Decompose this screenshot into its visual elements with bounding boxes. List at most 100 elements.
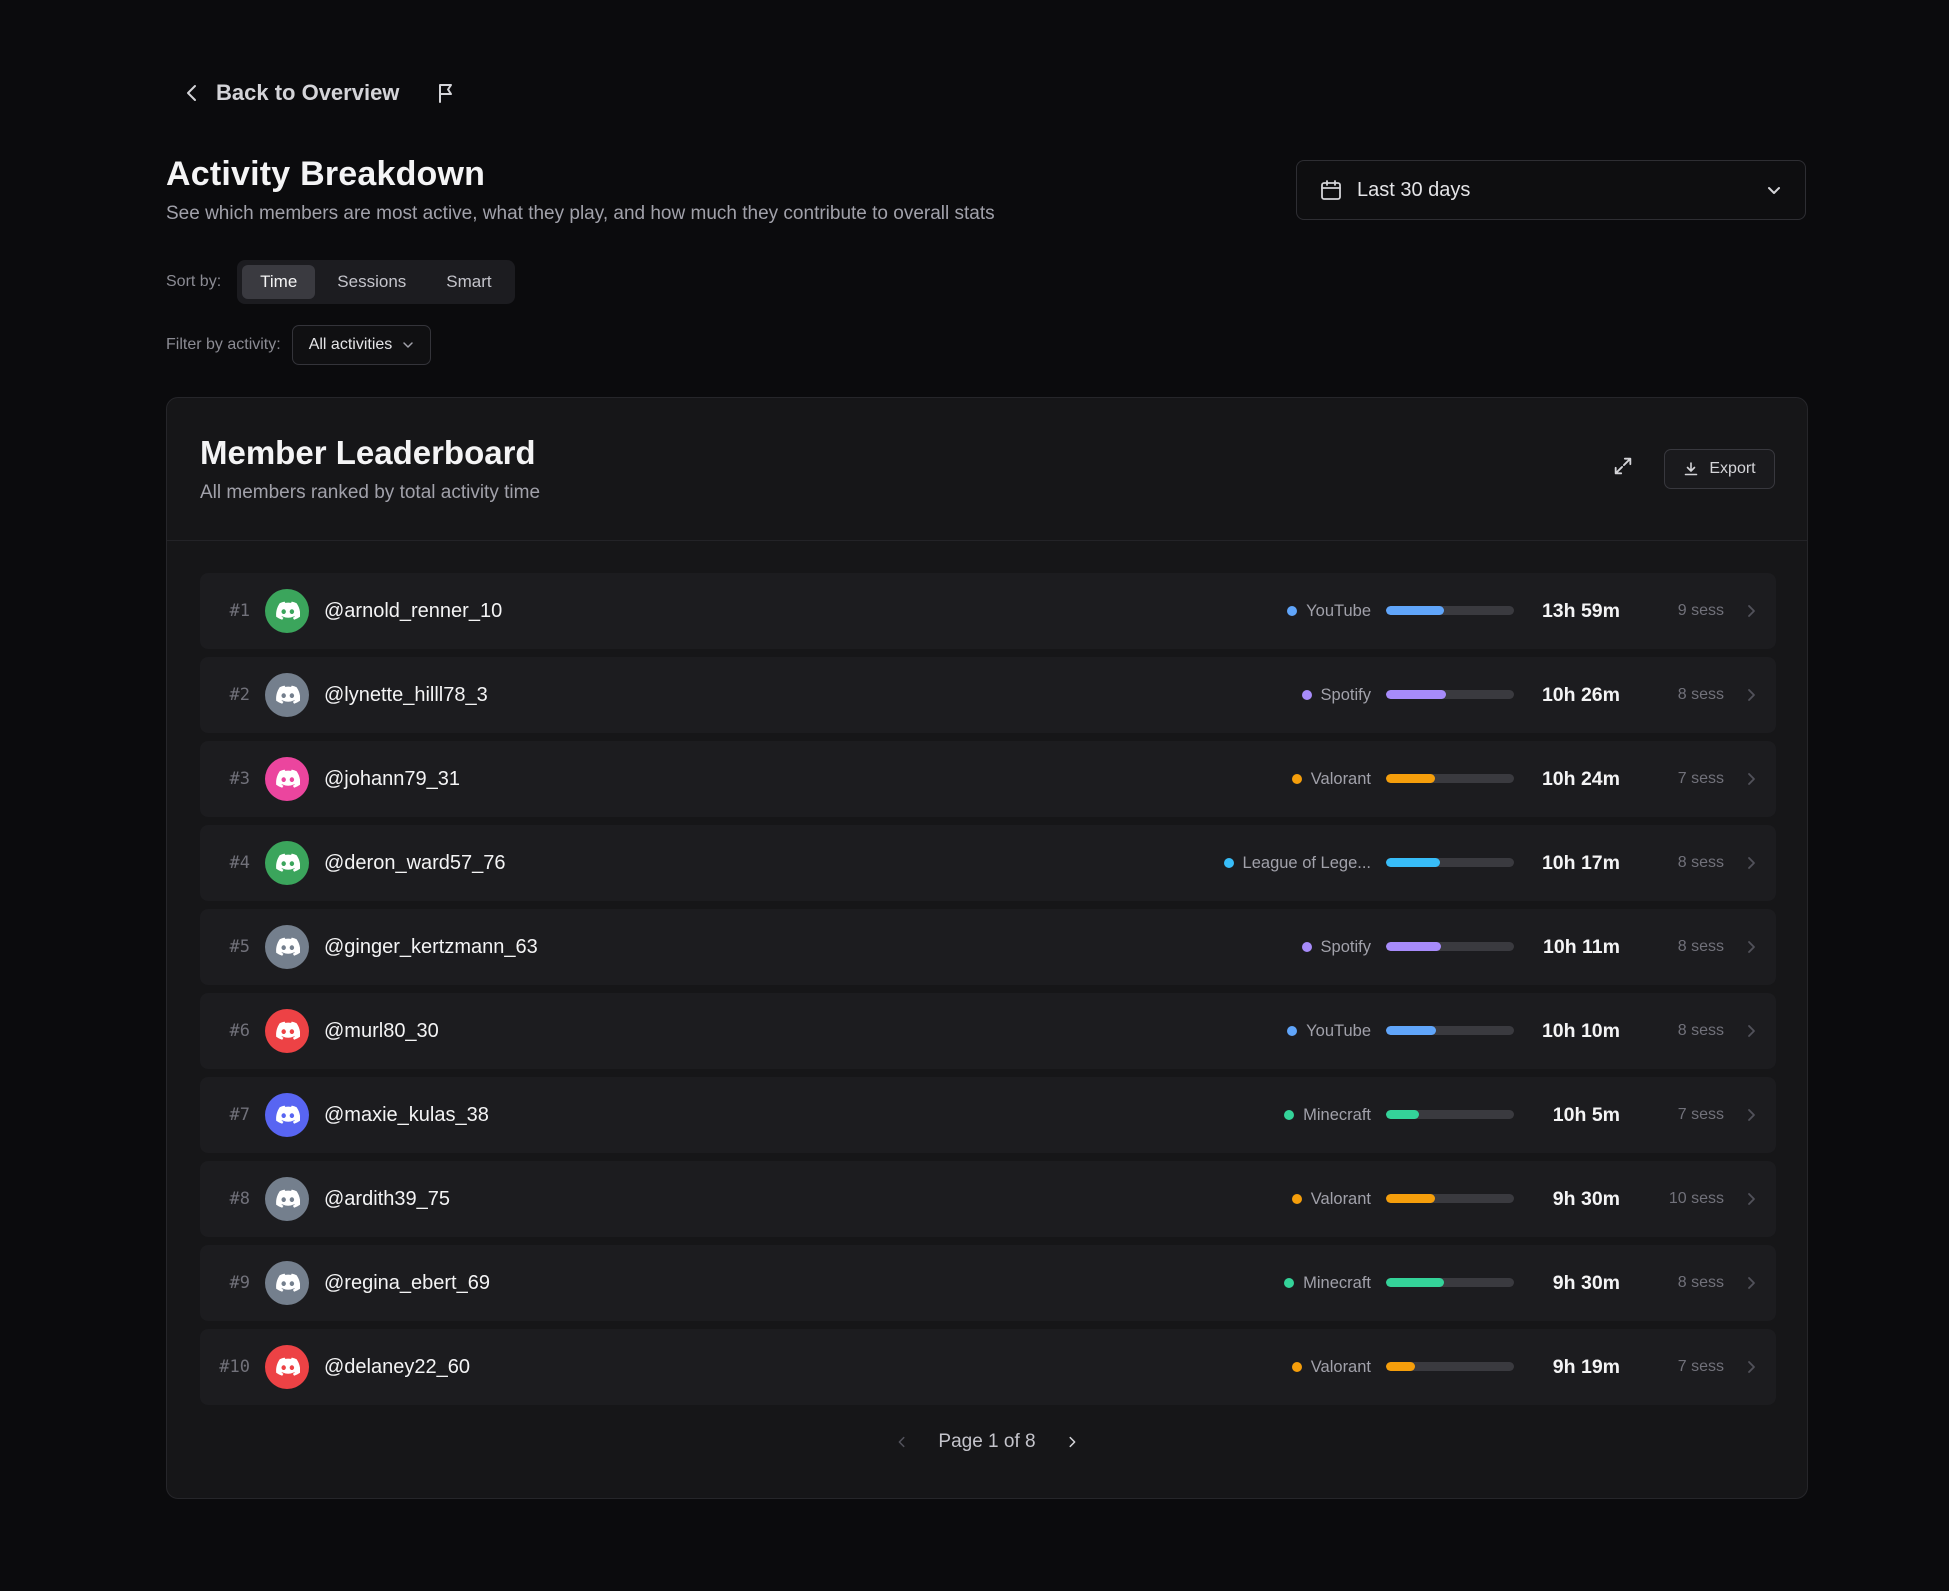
leaderboard-row[interactable]: #10 @delaney22_60 Valorant 9h 19m 7 sess — [200, 1329, 1776, 1405]
back-to-overview-link[interactable]: Back to Overview — [182, 80, 399, 106]
leaderboard-row[interactable]: #5 @ginger_kertzmann_63 Spotify 10h 11m 8 se… — [200, 909, 1776, 985]
pagination: Page 1 of 8 — [167, 1431, 1807, 1453]
sort-controls: Sort by: Time Sessions Smart — [166, 260, 515, 304]
expand-button[interactable] — [1609, 452, 1637, 480]
activity-share-fill — [1386, 1110, 1420, 1119]
activity-color-dot — [1291, 774, 1302, 784]
activity-share-bar — [1386, 1026, 1514, 1035]
session-count: 8 sess — [1677, 938, 1724, 955]
member-username: @johann79_31 — [324, 768, 460, 790]
leaderboard-row[interactable]: #7 @maxie_kulas_38 Minecraft 10h 5m 7 sess — [200, 1077, 1776, 1153]
leaderboard-row[interactable]: #4 @deron_ward57_76 League of Lege... 10h 1… — [200, 825, 1776, 901]
total-time: 10h 24m — [1541, 768, 1620, 790]
avatar — [265, 1009, 309, 1053]
export-button[interactable]: Export — [1664, 449, 1775, 489]
activity-share-bar — [1386, 942, 1514, 951]
card-divider — [167, 540, 1807, 541]
chevron-right-icon — [1748, 1193, 1755, 1205]
member-username: @ardith39_75 — [324, 1188, 450, 1210]
activity-share-bar — [1386, 1110, 1514, 1119]
activity-color-dot — [1301, 690, 1312, 700]
activity-name: Spotify — [1320, 937, 1371, 956]
member-username: @maxie_kulas_38 — [324, 1104, 489, 1126]
activity-share-fill — [1386, 690, 1447, 699]
filter-label: Filter by activity: — [166, 336, 281, 353]
avatar — [265, 841, 309, 885]
leaderboard-row[interactable]: #8 @ardith39_75 Valorant 9h 30m 10 sess — [200, 1161, 1776, 1237]
chevron-right-icon — [1748, 1277, 1755, 1289]
activity-name: League of Lege... — [1242, 853, 1371, 872]
sort-option-sessions[interactable]: Sessions — [319, 265, 424, 299]
avatar — [265, 1093, 309, 1137]
activity-filter-select[interactable]: All activities — [291, 325, 432, 365]
activity-name: Valorant — [1310, 1189, 1371, 1208]
leaderboard-row[interactable]: #6 @murl80_30 YouTube 10h 10m 8 sess — [200, 993, 1776, 1069]
member-rank: #8 — [229, 1189, 250, 1209]
total-time: 9h 30m — [1552, 1272, 1620, 1294]
calendar-icon — [1321, 180, 1341, 200]
export-label: Export — [1709, 460, 1756, 477]
activity-share-fill — [1386, 1278, 1444, 1287]
flag-button[interactable] — [435, 82, 457, 104]
discord-logo-icon — [276, 1021, 300, 1040]
member-leaderboard-card: Member Leaderboard All members ranked by… — [166, 397, 1808, 1499]
member-rank: #4 — [229, 853, 250, 873]
avatar — [265, 925, 309, 969]
chevron-right-icon — [1748, 857, 1755, 869]
activity-share-bar — [1386, 1194, 1514, 1203]
activity-color-dot — [1284, 1278, 1295, 1288]
discord-logo-icon — [276, 685, 300, 704]
date-range-value: Last 30 days — [1357, 178, 1471, 201]
leaderboard-row[interactable]: #3 @johann79_31 Valorant 10h 24m 7 sess — [200, 741, 1776, 817]
next-page-button[interactable] — [1062, 1432, 1082, 1452]
activity-share-fill — [1386, 858, 1440, 867]
top-nav: Back to Overview — [182, 78, 457, 108]
total-time: 10h 11m — [1543, 936, 1620, 958]
session-count: 9 sess — [1677, 602, 1724, 619]
chevron-left-icon — [898, 1436, 905, 1448]
top-activity: Valorant — [1291, 1161, 1371, 1237]
chevron-down-icon — [403, 342, 414, 348]
date-range-select[interactable]: Last 30 days — [1296, 160, 1806, 220]
filter-controls: Filter by activity: All activities — [166, 325, 432, 365]
leaderboard-row[interactable]: #9 @regina_ebert_69 Minecraft 9h 30m 8 sess — [200, 1245, 1776, 1321]
chevron-right-icon — [1748, 1361, 1755, 1373]
session-count: 8 sess — [1677, 1274, 1724, 1291]
activity-share-bar — [1386, 858, 1514, 867]
session-count: 7 sess — [1677, 1106, 1724, 1123]
sort-option-time[interactable]: Time — [242, 265, 316, 299]
page-indicator: Page 1 of 8 — [938, 1431, 1036, 1452]
activity-name: YouTube — [1306, 601, 1371, 620]
flag-icon — [439, 84, 453, 103]
previous-page-button[interactable] — [892, 1432, 912, 1452]
avatar — [265, 1261, 309, 1305]
chevron-left-icon — [187, 85, 196, 101]
activity-name: Spotify — [1320, 685, 1371, 704]
discord-logo-icon — [276, 769, 300, 788]
top-activity: YouTube — [1287, 993, 1371, 1069]
chevron-right-icon — [1748, 605, 1755, 617]
session-count: 7 sess — [1677, 770, 1724, 787]
avatar — [265, 1177, 309, 1221]
chevron-right-icon — [1748, 689, 1755, 701]
member-username: @murl80_30 — [324, 1020, 439, 1042]
activity-share-fill — [1386, 1362, 1416, 1371]
activity-share-bar — [1386, 606, 1514, 615]
avatar — [265, 673, 309, 717]
leaderboard-row[interactable]: #2 @lynette_hilll78_3 Spotify 10h 26m 8 sess — [200, 657, 1776, 733]
session-count: 10 sess — [1668, 1190, 1724, 1207]
session-count: 8 sess — [1677, 1022, 1724, 1039]
member-rank: #9 — [229, 1273, 250, 1293]
activity-filter-value: All activities — [308, 336, 393, 353]
sort-option-smart[interactable]: Smart — [428, 265, 509, 299]
total-time: 9h 30m — [1552, 1188, 1620, 1210]
discord-logo-icon — [276, 853, 300, 872]
sort-label: Sort by: — [166, 273, 222, 290]
leaderboard-row[interactable]: #1 @arnold_renner_10 YouTube 13h 59m 9 sess — [200, 573, 1776, 649]
activity-color-dot — [1301, 942, 1312, 952]
activity-color-dot — [1223, 858, 1234, 868]
activity-share-bar — [1386, 774, 1514, 783]
total-time: 10h 10m — [1541, 1020, 1620, 1042]
top-activity: League of Lege... — [1223, 825, 1371, 901]
top-activity: YouTube — [1287, 573, 1371, 649]
